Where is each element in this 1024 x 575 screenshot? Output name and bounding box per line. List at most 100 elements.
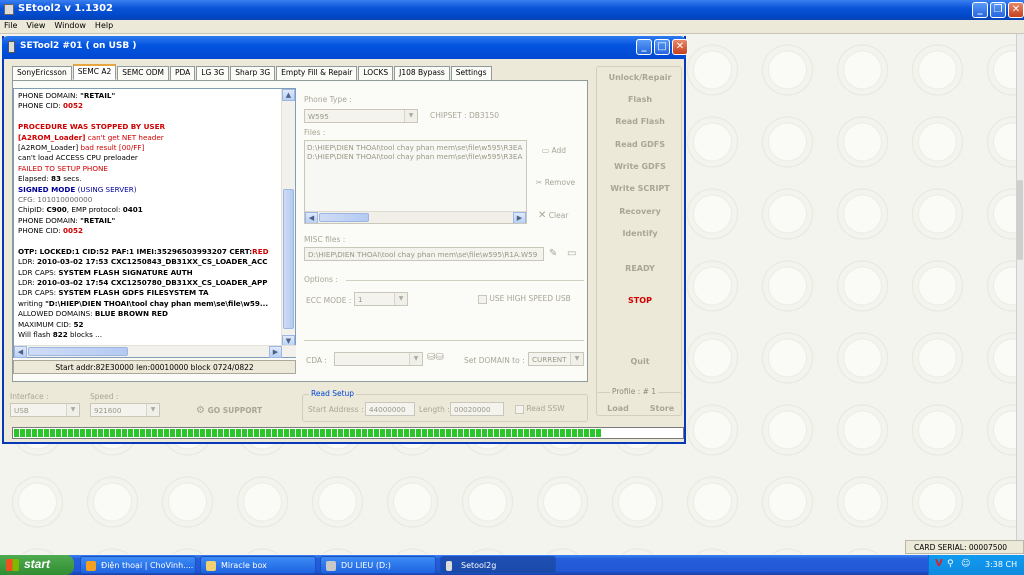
start-button[interactable]: start (0, 555, 74, 575)
desktop-scrollbar[interactable] (1016, 34, 1024, 540)
checkbox-box[interactable] (478, 294, 487, 304)
read-ssw-checkbox[interactable]: Read SSW (515, 404, 565, 414)
remove-label: Remove (544, 178, 576, 187)
read-flash-button[interactable]: Read Flash (597, 117, 683, 126)
tab-sharp-3g[interactable]: Sharp 3G (230, 66, 276, 80)
set-domain-select[interactable]: CURRENT ▼ (528, 352, 584, 366)
start-address-field[interactable]: 44000000 (365, 402, 415, 416)
write-script-button[interactable]: Write SCRIPT (597, 184, 683, 193)
window-controls: _ ❐ ✕ (972, 2, 1024, 18)
clear-files-button[interactable]: ✕ Clear (538, 210, 568, 221)
scroll-up-icon[interactable]: ▲ (282, 89, 295, 101)
log-segment: 0052 (62, 226, 83, 236)
phone-type-select[interactable]: W595 ▼ (304, 109, 418, 123)
taskbar-item-du-lieu[interactable]: DU LIEU (D:) (320, 556, 436, 574)
clock[interactable]: 3:38 CH (985, 560, 1017, 569)
scissors-icon: ✂ (536, 178, 543, 187)
menu-window[interactable]: Window (54, 21, 86, 33)
log-hscroll-thumb[interactable] (28, 347, 128, 356)
file-item[interactable]: D:\HIEP\DIEN THOAI\tool chay phan mem\se… (307, 152, 524, 161)
log-segment: PHONE CID: (18, 226, 63, 236)
taskbar-item-setool2g[interactable]: Setool2g (440, 556, 556, 574)
tab-semc-a2[interactable]: SEMC A2 (72, 64, 117, 80)
network-icon[interactable]: ⚲ (947, 559, 954, 569)
desktop-scrollbar-thumb[interactable] (1017, 180, 1023, 260)
log-panel[interactable]: PHONE DOMAIN: "RETAIL" PHONE CID: 0052 PRO… (13, 88, 296, 358)
interface-select[interactable]: USB ▼ (10, 403, 80, 417)
log-segment: bad result [00/FF] (80, 142, 145, 152)
scroll-right-icon[interactable]: ▶ (269, 346, 282, 358)
recovery-button[interactable]: Recovery (597, 207, 683, 216)
misc-files-field[interactable]: D:\HIEP\DIEN THOAI\tool chay phan mem\se… (304, 247, 544, 261)
write-gdfs-button[interactable]: Write GDFS (597, 162, 683, 171)
taskbar-item-browser[interactable]: Điện thoại | ChoVinh.... (80, 556, 196, 574)
tab-settings[interactable]: Settings (450, 66, 492, 80)
tab-locks[interactable]: LOCKS (358, 66, 394, 80)
log-segment: 0401 (122, 205, 143, 215)
minimize-button[interactable]: _ (972, 2, 988, 18)
checkbox-box[interactable] (515, 404, 524, 414)
log-segment: "D:\HIEP\DIEN THOAI\tool chay phan mem\s… (45, 298, 269, 308)
scroll-right-icon[interactable]: ▶ (513, 212, 526, 223)
menu-file[interactable]: File (4, 21, 17, 33)
messenger-icon[interactable]: ☺ (961, 559, 970, 569)
quit-button[interactable]: Quit (597, 357, 683, 366)
log-vscroll[interactable]: ▲ ▼ (281, 89, 295, 347)
tab-pda[interactable]: PDA (169, 66, 196, 80)
stop-button[interactable]: STOP (597, 296, 683, 305)
flash-button[interactable]: Flash (597, 95, 683, 104)
restore-button[interactable]: ❐ (990, 2, 1006, 18)
menu-view[interactable]: View (26, 21, 45, 33)
tab-j108-bypass[interactable]: J108 Bypass (394, 66, 450, 80)
store-profile-button[interactable]: Store (640, 404, 684, 413)
child-close-button[interactable]: ✕ (672, 39, 688, 55)
file-item[interactable]: D:\HIEP\DIEN THOAI\tool chay phan mem\se… (307, 143, 524, 152)
files-hscroll-thumb[interactable] (319, 213, 369, 222)
log-vscroll-thumb[interactable] (283, 189, 294, 329)
menu-help[interactable]: Help (95, 21, 113, 33)
clear-label: Clear (548, 211, 569, 220)
scroll-left-icon[interactable]: ◀ (305, 212, 318, 223)
log-line: LDR CAPS: SYSTEM FLASH SIGNATURE AUTH (18, 268, 281, 278)
log-line: PHONE CID: 0052 (18, 101, 281, 111)
add-file-button[interactable]: ▭ Add (542, 146, 566, 155)
remove-file-button[interactable]: ✂ Remove (536, 178, 575, 187)
scroll-left-icon[interactable]: ◀ (14, 346, 27, 358)
identify-button[interactable]: Identify (597, 229, 683, 238)
log-line: OTP: LOCKED:1 CID:52 PAF:1 IMEI:35296503… (18, 247, 281, 257)
tab-sonyericsson[interactable]: SonyEricsson (12, 66, 72, 80)
go-support-label: GO SUPPORT (207, 406, 263, 415)
child-minimize-button[interactable]: _ (636, 39, 652, 55)
pencil-icon[interactable]: ✎ (549, 248, 557, 259)
taskbar-item-miracle-box[interactable]: Miracle box (200, 556, 316, 574)
child-maximize-button[interactable]: □ (654, 39, 670, 55)
load-profile-button[interactable]: Load (596, 404, 640, 413)
chevron-down-icon: ▼ (146, 404, 159, 416)
log-segment: ChipID: (18, 205, 47, 215)
open-folder-icon[interactable]: ▭ (567, 248, 576, 259)
chevron-down-icon: ▼ (394, 293, 407, 305)
log-hscroll[interactable]: ◀ ▶ (14, 345, 296, 358)
high-speed-usb-checkbox[interactable]: USE HIGH SPEED USB (478, 294, 571, 304)
ecc-mode-select[interactable]: 1 ▼ (354, 292, 408, 306)
unlock-repair-button[interactable]: Unlock/Repair (597, 73, 683, 82)
database-icon[interactable]: ⛁⛁ (427, 352, 444, 363)
tab-empty-fill-repair[interactable]: Empty Fill & Repair (276, 66, 358, 80)
phone-type-value: W595 (308, 112, 329, 121)
log-segment: CFG: 101010000000 (18, 194, 93, 204)
files-hscroll[interactable]: ◀ ▶ (305, 211, 526, 223)
files-list[interactable]: D:\HIEP\DIEN THOAI\tool chay phan mem\se… (304, 140, 527, 224)
cda-select[interactable]: ▼ (334, 352, 423, 366)
length-field[interactable]: 00020000 (450, 402, 504, 416)
antivirus-icon[interactable]: V (935, 558, 943, 569)
speed-select[interactable]: 921600 ▼ (90, 403, 160, 417)
log-segment: LOCKED:1 CID:52 PAF:1 IMEI:3529650399320… (39, 246, 253, 256)
task-label: Miracle box (221, 561, 267, 570)
log-segment: , EMP protocol: (66, 205, 123, 215)
go-support-button[interactable]: ⚙ GO SUPPORT (196, 405, 262, 416)
tab-semc-odm[interactable]: SEMC ODM (117, 66, 169, 80)
read-gdfs-button[interactable]: Read GDFS (597, 140, 683, 149)
tab-lg-3g[interactable]: LG 3G (196, 66, 230, 80)
close-button[interactable]: ✕ (1008, 2, 1024, 18)
